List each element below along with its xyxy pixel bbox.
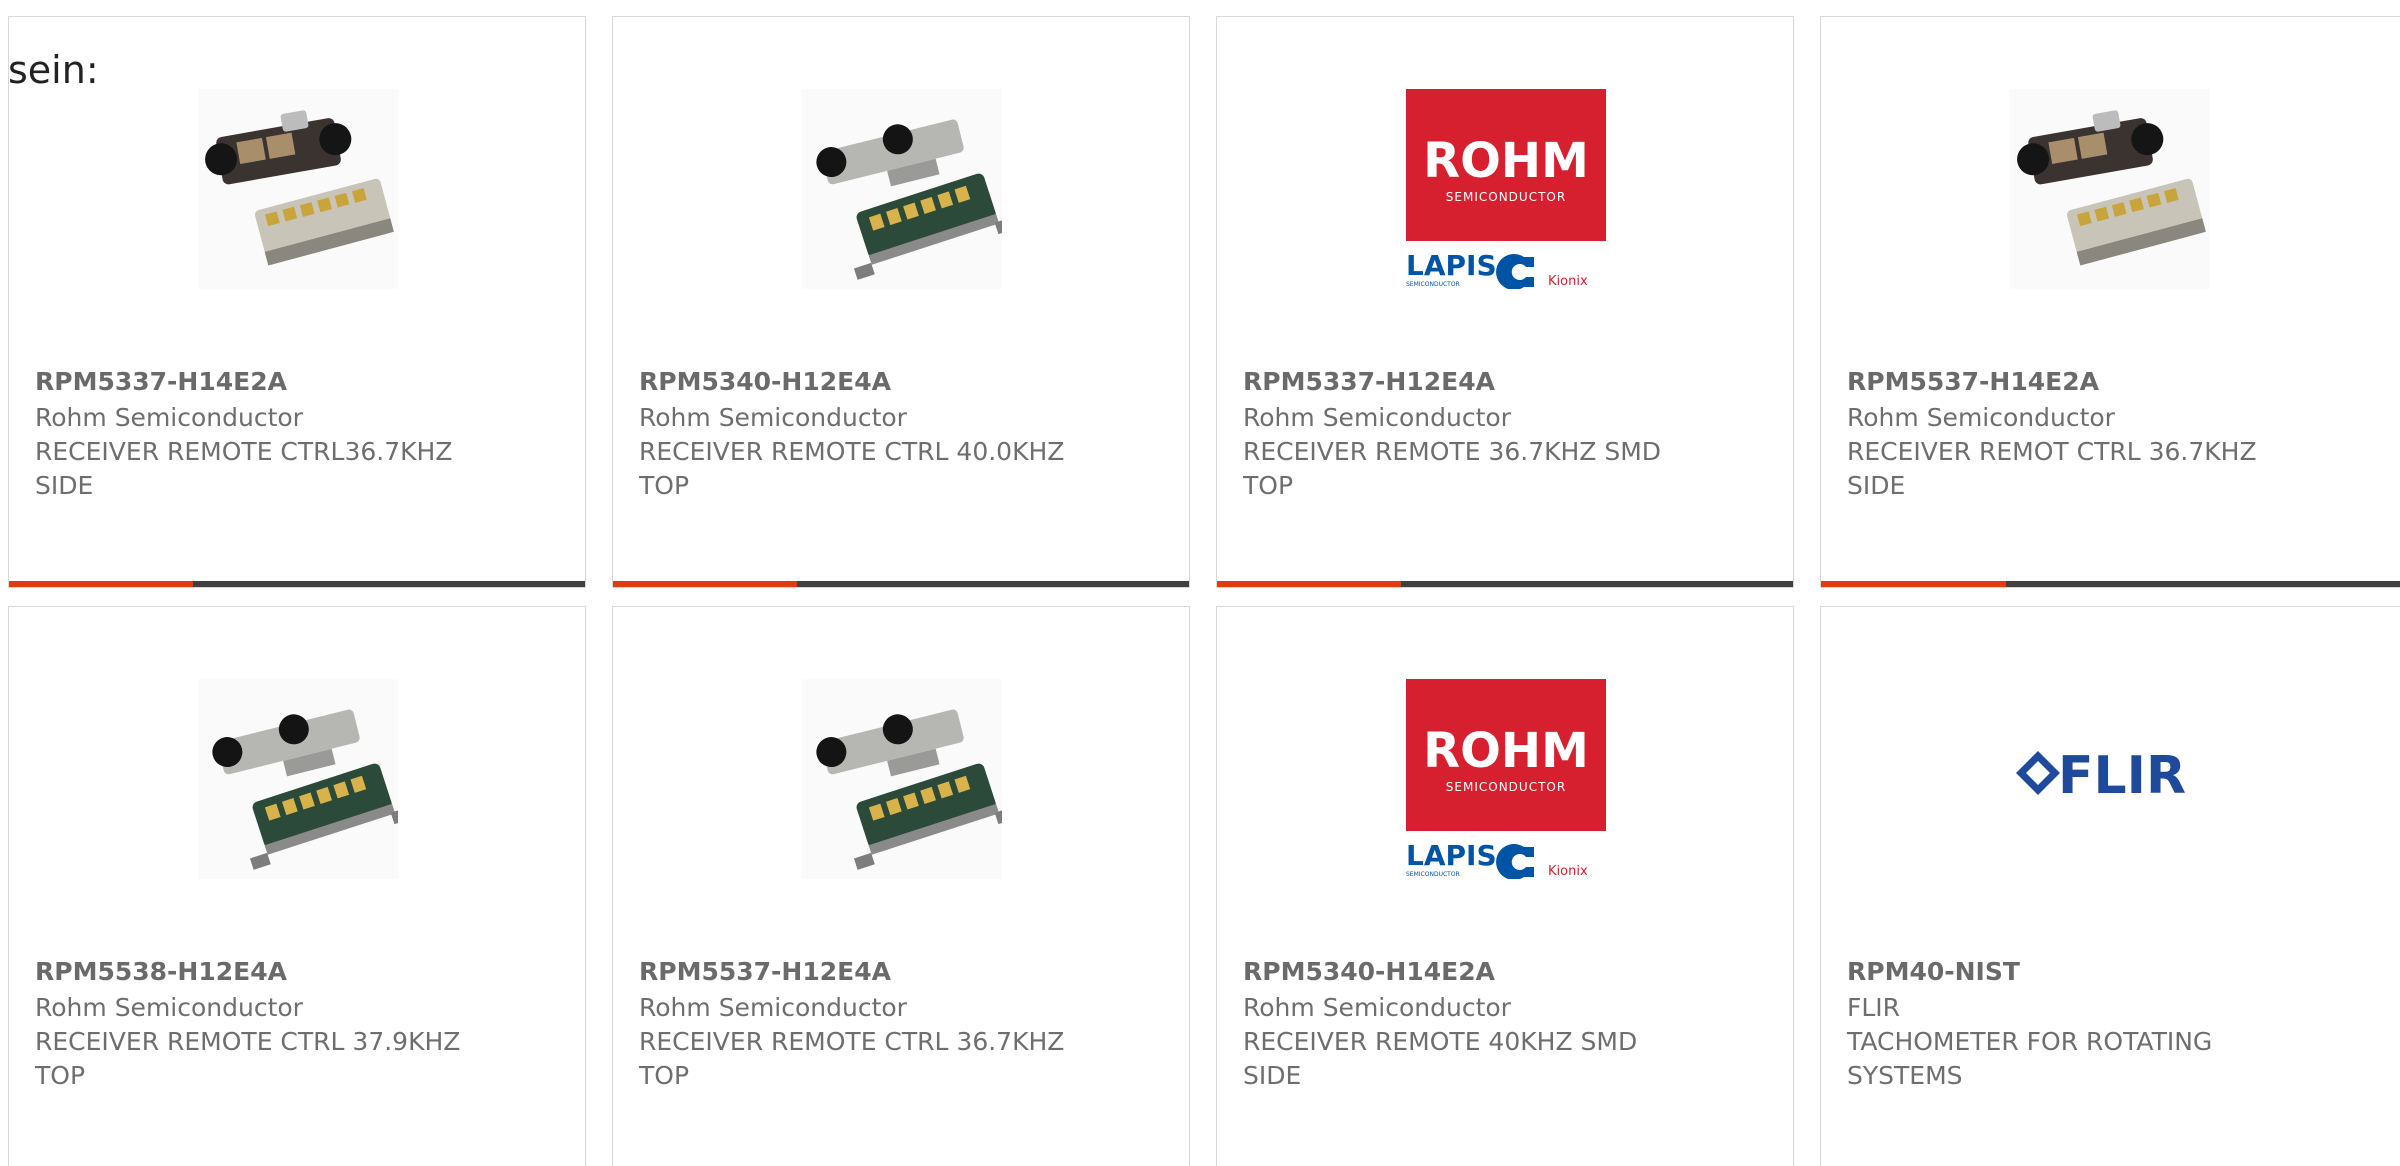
product-image-sensor-module-side[interactable] [198,89,398,289]
card-progress-bar [613,581,1189,587]
flir-logo-image: FLIR [2010,679,2210,879]
product-card[interactable]: ROHM SEMICONDUCTOR LAPIS SEMICONDUCTOR K… [1216,16,1794,588]
sensor-module-top-image [802,89,1002,289]
rohm-logo-image: ROHM SEMICONDUCTOR LAPIS SEMICONDUCTOR K… [1406,89,1606,289]
product-description: RECEIVER REMOTE CTRL 40.0KHZ TOP [639,437,1065,500]
product-description: RECEIVER REMOTE CTRL36.7KHZ SIDE [35,437,453,500]
rohm-logo-word: ROHM [1423,723,1589,779]
lapis-logo-word: LAPIS [1406,839,1497,872]
manufacturer-label: Rohm Semiconductor [639,403,907,432]
product-description: TACHOMETER FOR ROTATING SYSTEMS [1847,1027,2213,1090]
manufacturer-label: FLIR [1847,993,1901,1022]
product-grid: sein: RPM5337-H14E2A Rohm Semiconductor … [0,0,2400,1166]
product-image-flir-logo[interactable]: FLIR [2010,679,2210,879]
card-progress-bar [9,581,585,587]
part-number-link[interactable]: RPM5337-H14E2A [35,365,287,399]
sensor-module-top-image [198,679,398,879]
manufacturer-label: Rohm Semiconductor [639,993,907,1022]
product-image-sensor-module-top[interactable] [802,89,1002,289]
sensor-module-side-image [198,89,398,289]
manufacturer-label: Rohm Semiconductor [35,993,303,1022]
lapis-logo-sub: SEMICONDUCTOR [1406,871,1460,878]
product-description: RECEIVER REMOTE CTRL 36.7KHZ TOP [639,1027,1065,1090]
product-description: RECEIVER REMOTE 40KHZ SMD SIDE [1243,1027,1638,1090]
part-number-link[interactable]: RPM5340-H12E4A [639,365,891,399]
product-image-sensor-module-top[interactable] [802,679,1002,879]
product-image-rohm-logo[interactable]: ROHM SEMICONDUCTOR LAPIS SEMICONDUCTOR K… [1406,679,1606,879]
lapis-logo-word: LAPIS [1406,249,1497,282]
manufacturer-label: Rohm Semiconductor [1243,403,1511,432]
progress-accent [1217,581,1402,587]
product-card[interactable]: RPM5537-H14E2A Rohm Semiconductor RECEIV… [1820,16,2400,588]
card-progress-bar [1217,581,1793,587]
progress-accent [9,581,194,587]
part-number-link[interactable]: RPM5538-H12E4A [35,955,287,989]
product-image-rohm-logo[interactable]: ROHM SEMICONDUCTOR LAPIS SEMICONDUCTOR K… [1406,89,1606,289]
kionix-logo-word: Kionix [1548,274,1588,289]
manufacturer-label: Rohm Semiconductor [35,403,303,432]
product-card[interactable]: RPM5537-H12E4A Rohm Semiconductor RECEIV… [612,606,1190,1166]
product-card[interactable]: RPM5538-H12E4A Rohm Semiconductor RECEIV… [8,606,586,1166]
part-number-link[interactable]: RPM40-NIST [1847,955,2020,989]
part-number-link[interactable]: RPM5537-H12E4A [639,955,891,989]
card-progress-bar [1821,581,2400,587]
product-image-sensor-module-side[interactable] [2010,89,2210,289]
product-card[interactable]: ROHM SEMICONDUCTOR LAPIS SEMICONDUCTOR K… [1216,606,1794,1166]
product-card[interactable]: FLIR RPM40-NIST FLIR TACHOMETER FOR ROTA… [1820,606,2400,1166]
product-image-sensor-module-top[interactable] [198,679,398,879]
part-number-link[interactable]: RPM5337-H12E4A [1243,365,1495,399]
product-description: RECEIVER REMOT CTRL 36.7KHZ SIDE [1847,437,2257,500]
progress-accent [1821,581,2007,587]
product-card[interactable]: RPM5337-H14E2A Rohm Semiconductor RECEIV… [8,16,586,588]
rohm-logo-word: ROHM [1423,133,1589,189]
rohm-logo-image: ROHM SEMICONDUCTOR LAPIS SEMICONDUCTOR K… [1406,679,1606,879]
progress-accent [613,581,798,587]
manufacturer-label: Rohm Semiconductor [1243,993,1511,1022]
product-description: RECEIVER REMOTE CTRL 37.9KHZ TOP [35,1027,461,1090]
rohm-logo-sub: SEMICONDUCTOR [1446,780,1566,794]
kionix-logo-word: Kionix [1548,864,1588,879]
part-number-link[interactable]: RPM5340-H14E2A [1243,955,1495,989]
product-card[interactable]: RPM5340-H12E4A Rohm Semiconductor RECEIV… [612,16,1190,588]
flir-logo-word: FLIR [2058,746,2186,806]
lapis-logo-sub: SEMICONDUCTOR [1406,281,1460,288]
product-description: RECEIVER REMOTE 36.7KHZ SMD TOP [1243,437,1662,500]
intro-text: sein: [8,48,99,92]
rohm-logo-sub: SEMICONDUCTOR [1446,190,1566,204]
manufacturer-label: Rohm Semiconductor [1847,403,2115,432]
sensor-module-top-image [802,679,1002,879]
sensor-module-side-image [2010,89,2210,289]
part-number-link[interactable]: RPM5537-H14E2A [1847,365,2099,399]
